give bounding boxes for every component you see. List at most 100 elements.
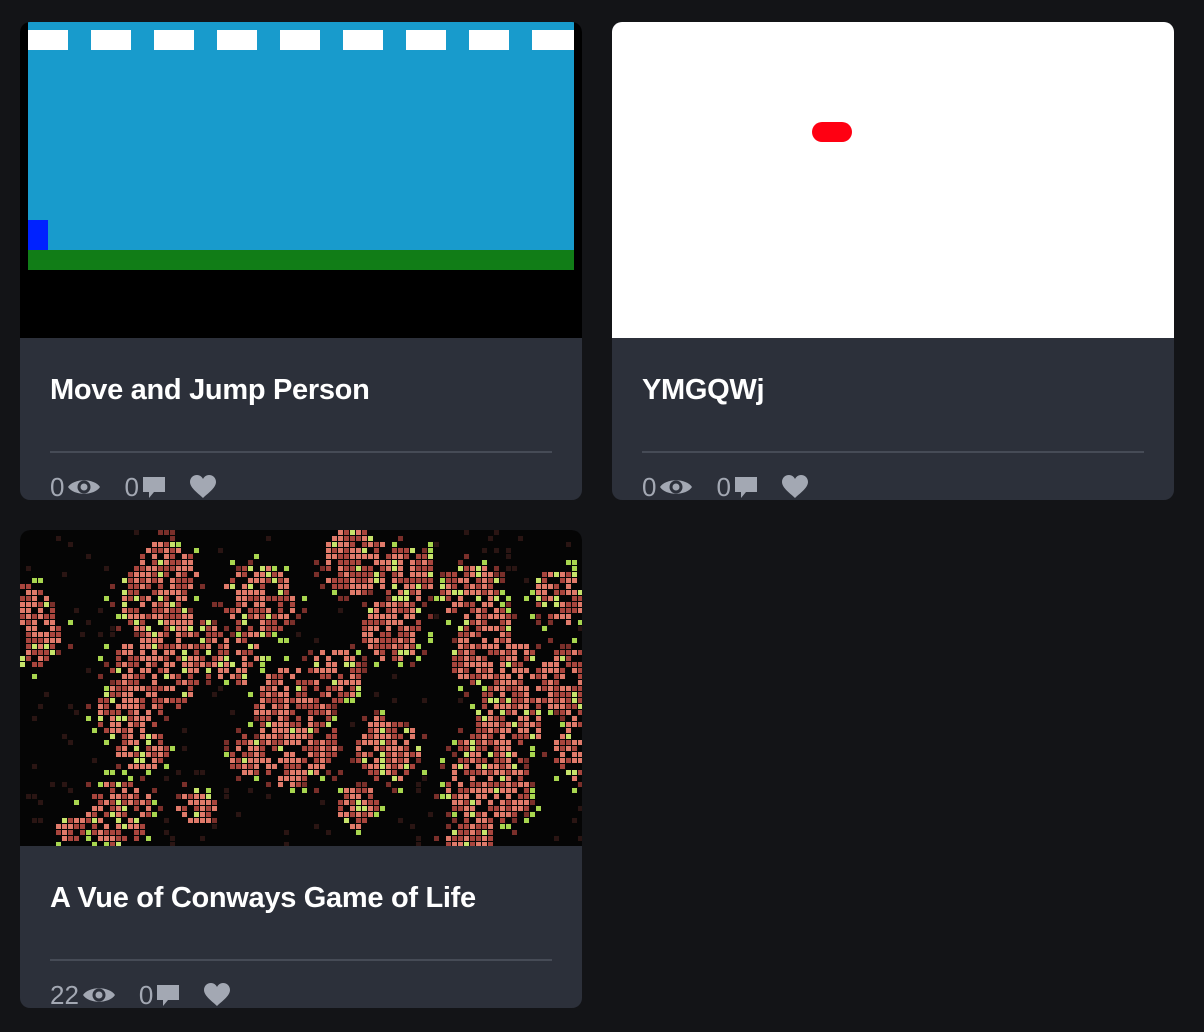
life-cell xyxy=(530,734,535,739)
life-cell xyxy=(386,740,391,745)
life-cell xyxy=(164,572,169,577)
life-cell xyxy=(518,644,523,649)
life-cell xyxy=(524,578,529,583)
life-cell xyxy=(164,752,169,757)
life-cell xyxy=(158,584,163,589)
life-cell xyxy=(344,584,349,589)
life-cell xyxy=(428,632,433,637)
life-cell xyxy=(188,584,193,589)
life-cell xyxy=(560,572,565,577)
life-cell xyxy=(140,674,145,679)
life-cell xyxy=(26,656,31,661)
life-cell xyxy=(476,836,481,841)
life-cell xyxy=(122,644,127,649)
life-cell xyxy=(506,644,511,649)
views-count[interactable]: 0 xyxy=(50,472,102,500)
like-button[interactable] xyxy=(203,982,231,1008)
pen-preview-image[interactable] xyxy=(20,530,582,846)
life-cell xyxy=(428,554,433,559)
life-cell xyxy=(572,788,577,793)
life-cell xyxy=(518,680,523,685)
life-cell xyxy=(188,644,193,649)
life-cell xyxy=(572,668,577,673)
life-cell xyxy=(44,602,49,607)
life-cell xyxy=(560,740,565,745)
life-cell xyxy=(524,818,529,823)
life-cell xyxy=(446,782,451,787)
life-cell xyxy=(404,602,409,607)
pen-title[interactable]: Move and Jump Person xyxy=(50,374,370,407)
life-cell xyxy=(272,680,277,685)
views-count[interactable]: 0 xyxy=(642,472,694,500)
cloud-block xyxy=(406,30,446,50)
life-cell xyxy=(506,656,511,661)
life-cell xyxy=(416,584,421,589)
life-cell xyxy=(392,542,397,547)
comments-count[interactable]: 0 xyxy=(124,472,166,500)
pen-title[interactable]: A Vue of Conways Game of Life xyxy=(50,882,476,915)
life-cell xyxy=(134,620,139,625)
life-cell xyxy=(344,788,349,793)
pen-card-move-and-jump[interactable]: Move and Jump Person 0 0 xyxy=(20,22,582,500)
life-cell xyxy=(350,542,355,547)
life-cell xyxy=(386,602,391,607)
life-cell xyxy=(560,692,565,697)
life-cell xyxy=(170,746,175,751)
cloud-block xyxy=(532,30,574,50)
life-cell xyxy=(458,668,463,673)
pen-card-ymgqwj[interactable]: YMGQWj 0 0 xyxy=(612,22,1174,500)
life-cell xyxy=(398,566,403,571)
pen-preview-image[interactable] xyxy=(612,22,1174,338)
life-cell xyxy=(380,602,385,607)
life-cell xyxy=(380,560,385,565)
life-cell xyxy=(542,572,547,577)
life-cell xyxy=(98,704,103,709)
views-count[interactable]: 22 xyxy=(50,980,117,1008)
life-cell xyxy=(344,566,349,571)
life-cell xyxy=(20,608,25,613)
life-cell xyxy=(176,614,181,619)
life-cell xyxy=(494,722,499,727)
life-cell xyxy=(140,752,145,757)
comments-count[interactable]: 0 xyxy=(139,980,181,1008)
life-cell xyxy=(494,572,499,577)
life-cell xyxy=(506,680,511,685)
life-cell xyxy=(554,590,559,595)
pen-card-game-of-life[interactable]: A Vue of Conways Game of Life 22 0 xyxy=(20,530,582,1008)
life-cell xyxy=(458,788,463,793)
life-cell xyxy=(302,692,307,697)
life-cell xyxy=(110,626,115,631)
life-cell xyxy=(116,662,121,667)
life-cell xyxy=(284,764,289,769)
life-cell xyxy=(362,806,367,811)
life-cell xyxy=(128,578,133,583)
life-cell xyxy=(134,818,139,823)
like-button[interactable] xyxy=(781,474,809,500)
life-cell xyxy=(326,722,331,727)
comments-count[interactable]: 0 xyxy=(716,472,758,500)
like-button[interactable] xyxy=(189,474,217,500)
life-cell xyxy=(98,608,103,613)
life-cell xyxy=(410,608,415,613)
life-cell xyxy=(116,746,121,751)
life-cell xyxy=(182,626,187,631)
life-cell xyxy=(38,614,43,619)
life-cell xyxy=(512,656,517,661)
life-cell xyxy=(566,692,571,697)
life-cell xyxy=(110,698,115,703)
life-cell xyxy=(500,812,505,817)
life-cell xyxy=(386,728,391,733)
life-cell xyxy=(428,584,433,589)
life-cell xyxy=(206,818,211,823)
life-cell xyxy=(416,590,421,595)
life-cell xyxy=(338,746,343,751)
life-cell xyxy=(548,620,553,625)
pen-preview-image[interactable] xyxy=(20,22,582,338)
life-cell xyxy=(254,644,259,649)
pen-title[interactable]: YMGQWj xyxy=(642,374,765,407)
life-cell xyxy=(338,566,343,571)
life-cell xyxy=(200,584,205,589)
life-cell xyxy=(152,788,157,793)
life-cell xyxy=(386,734,391,739)
life-cell xyxy=(104,770,109,775)
